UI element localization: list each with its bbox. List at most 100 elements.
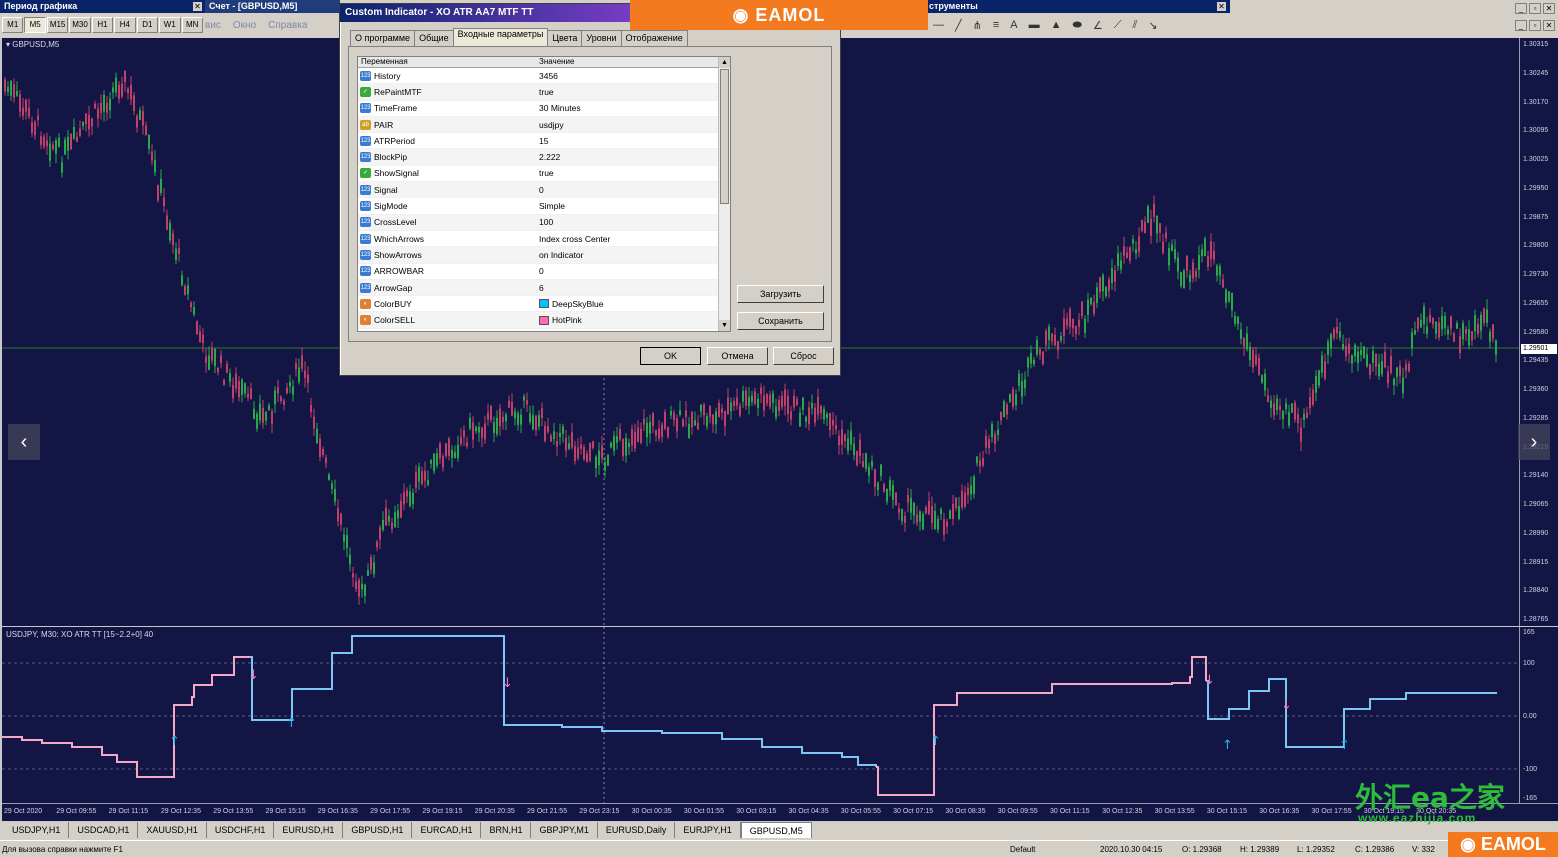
param-row[interactable]: ✓ RePaintMTF true [358, 84, 730, 101]
param-row[interactable]: 123 ATRPeriod 15 [358, 133, 730, 150]
param-row[interactable]: ✓ ShowSignal true [358, 166, 730, 183]
param-row[interactable]: 123 Signal 0 [358, 182, 730, 199]
candle-body [754, 391, 756, 404]
chart-tab[interactable]: EURUSD,Daily [598, 822, 676, 838]
param-row[interactable]: ◐ ColorBUY DeepSkyBlue [358, 296, 730, 313]
grid-scrollbar[interactable]: ▲ ▼ [718, 57, 730, 331]
param-row[interactable]: 123 History 3456 [358, 68, 730, 85]
param-value-cell[interactable]: 6 [536, 283, 716, 293]
param-value-cell[interactable]: DeepSkyBlue [536, 299, 716, 309]
save-button[interactable]: Сохранить [737, 312, 824, 330]
chart-tab[interactable]: GBPUSD,M5 [740, 822, 812, 838]
restore-icon[interactable]: ▫ [1529, 20, 1541, 31]
period-button-mn[interactable]: MN [181, 17, 203, 33]
menu-item[interactable]: Окно [233, 20, 256, 34]
param-row[interactable]: 123 CrossLevel 100 [358, 214, 730, 231]
param-value-cell[interactable]: 100 [536, 217, 716, 227]
trendline-tool-icon[interactable]: ╱ [955, 19, 962, 32]
dialog-tab[interactable]: Общие [414, 30, 454, 46]
chart-tab[interactable]: GBPUSD,H1 [343, 822, 413, 838]
param-value-cell[interactable]: 0 [536, 185, 716, 195]
chevron-left-icon[interactable]: ‹ [8, 424, 40, 460]
period-button-h4[interactable]: H4 [114, 17, 136, 33]
period-button-m5[interactable]: M5 [24, 17, 46, 33]
indicator-window[interactable]: ↑ ↑ ↓ ↓ ↑ ↓ ↑ ↓ ↑ USDJPY, M30: XO ATR TT [15~2.2… [2, 627, 1519, 803]
param-row[interactable]: 123 ArrowGap 6 [358, 279, 730, 297]
param-row[interactable]: 123 WhichArrows Index cross Center [358, 231, 730, 248]
chevron-right-icon[interactable]: › [1518, 424, 1550, 460]
candle-body [55, 140, 57, 154]
period-button-m1[interactable]: M1 [2, 17, 24, 33]
candle-body [619, 428, 621, 440]
param-value-cell[interactable]: Simple [536, 201, 716, 211]
rectangle-tool-icon[interactable]: ▬ [1029, 19, 1040, 31]
candle-body [1426, 326, 1428, 334]
cancel-button[interactable]: Отмена [707, 347, 768, 365]
triangle-tool-icon[interactable]: ▲ [1051, 19, 1062, 31]
arrow-tool-icon[interactable]: ↘ [1148, 19, 1157, 32]
param-value-cell[interactable]: on Indicator [536, 250, 716, 260]
minimize-icon[interactable]: _ [1515, 3, 1527, 14]
param-value-cell[interactable]: usdjpy [536, 120, 716, 130]
restore-icon[interactable]: ▫ [1529, 3, 1541, 14]
dialog-tab[interactable]: Отображение [620, 30, 688, 46]
chart-tab[interactable]: USDJPY,H1 [4, 822, 70, 838]
menu-item[interactable]: вис [205, 20, 221, 34]
period-button-h1[interactable]: H1 [91, 17, 114, 33]
param-value-cell[interactable]: 2.222 [536, 152, 716, 162]
fibo-tool-icon[interactable]: ≡ [993, 19, 999, 31]
chart-tab[interactable]: XAUUSD,H1 [138, 822, 207, 838]
param-value-cell[interactable]: 0 [536, 266, 716, 276]
param-row[interactable]: ab PAIR usdjpy [358, 116, 730, 134]
dialog-tab[interactable]: Уровни [581, 30, 622, 46]
scroll-up-icon[interactable]: ▲ [719, 57, 730, 68]
param-value-cell[interactable]: 3456 [536, 71, 716, 81]
pitchfork-tool-icon[interactable]: ⋔ [973, 19, 982, 32]
param-row[interactable]: 123 SigMode Simple [358, 198, 730, 215]
text-tool-icon[interactable]: A [1010, 19, 1017, 31]
param-value-cell[interactable]: 15 [536, 136, 716, 146]
chart-tab[interactable]: USDCAD,H1 [69, 822, 139, 838]
dialog-tab[interactable]: О программе [350, 30, 416, 46]
ellipse-tool-icon[interactable]: ⬬ [1073, 19, 1082, 32]
param-value-cell[interactable]: true [536, 168, 716, 178]
chart-tab[interactable]: EURJPY,H1 [675, 822, 741, 838]
param-value-cell[interactable]: 30 Minutes [536, 103, 716, 113]
param-row[interactable]: ◐ ColorSELL HotPink [358, 312, 730, 329]
gann-tool-icon[interactable]: ⟋ [1114, 19, 1122, 32]
param-value-cell[interactable]: HotPink [536, 315, 716, 325]
param-row[interactable]: 123 ShowArrows on Indicator [358, 247, 730, 264]
chart-tab[interactable]: EURCAD,H1 [412, 822, 482, 838]
candle-body [142, 111, 144, 126]
param-row[interactable]: 123 ARROWBAR 0 [358, 264, 730, 280]
scroll-thumb[interactable] [720, 69, 729, 204]
chart-tab[interactable]: EURUSD,H1 [274, 822, 344, 838]
dialog-tab[interactable]: Цвета [547, 30, 583, 46]
dialog-tab[interactable]: Входные параметры [452, 28, 549, 46]
candle-body [157, 185, 159, 201]
menu-item[interactable]: Справка [268, 20, 307, 34]
chart-tab[interactable]: BRN,H1 [481, 822, 532, 838]
chart-tab[interactable]: USDCHF,H1 [207, 822, 275, 838]
angle-tool-icon[interactable]: ∠ [1093, 19, 1103, 32]
chart-tab[interactable]: GBPJPY,M1 [531, 822, 598, 838]
close-icon[interactable]: ✕ [1217, 2, 1226, 11]
param-value-cell[interactable]: true [536, 87, 716, 97]
close-icon[interactable]: ✕ [193, 2, 202, 11]
line-tool-icon[interactable]: — [933, 19, 944, 31]
param-row[interactable]: 123 BlockPip 2.222 [358, 149, 730, 166]
period-button-w1[interactable]: W1 [159, 17, 181, 33]
minimize-icon[interactable]: _ [1515, 20, 1527, 31]
period-button-m15[interactable]: M15 [46, 17, 69, 33]
ok-button[interactable]: OK [640, 347, 701, 365]
channel-tool-icon[interactable]: ⫽ [1132, 19, 1137, 32]
period-button-d1[interactable]: D1 [136, 17, 159, 33]
load-button[interactable]: Загрузить [737, 285, 824, 303]
scroll-down-icon[interactable]: ▼ [719, 320, 730, 331]
reset-button[interactable]: Сброс [773, 347, 834, 365]
close-icon[interactable]: ✕ [1543, 20, 1555, 31]
close-icon[interactable]: ✕ [1543, 3, 1555, 14]
period-button-m30[interactable]: M30 [69, 17, 91, 33]
param-row[interactable]: 123 TimeFrame 30 Minutes [358, 101, 730, 117]
param-value-cell[interactable]: Index cross Center [536, 234, 716, 244]
